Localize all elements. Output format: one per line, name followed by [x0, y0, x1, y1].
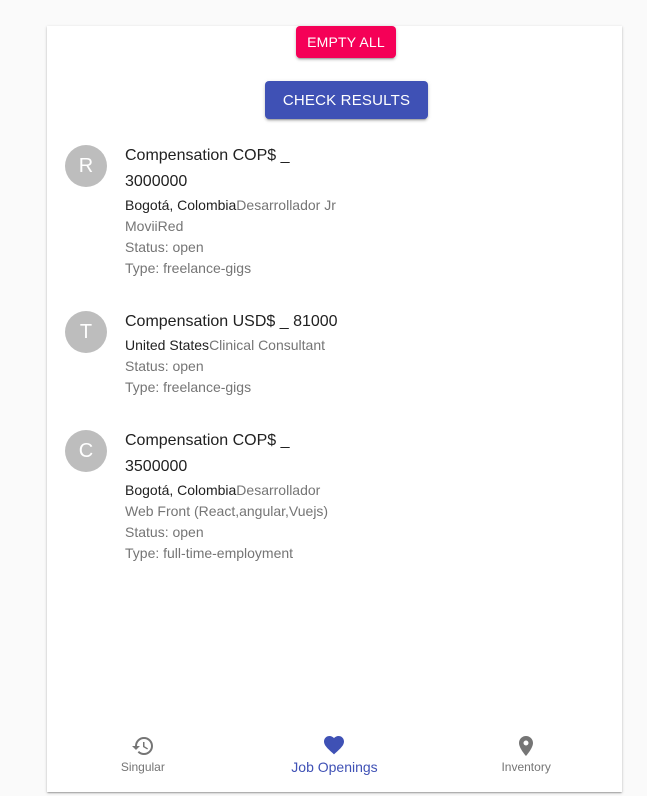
nav-job-openings[interactable]: Job Openings [259, 733, 409, 775]
job-company: MoviiRed [125, 218, 184, 234]
compensation-text: Compensation COP$ _ [125, 147, 290, 164]
bottom-navigation: Singular Job Openings Inventory [47, 726, 622, 782]
nav-singular[interactable]: Singular [68, 734, 218, 774]
location-pin-icon [519, 736, 534, 756]
compensation-amount: 3500000 [125, 458, 188, 475]
job-location: Bogotá, Colombia [125, 482, 237, 498]
avatar: T [65, 311, 107, 353]
nav-singular-label: Singular [120, 760, 165, 774]
job-type: Type: freelance-gigs [125, 379, 252, 395]
nav-inventory-label: Inventory [501, 760, 551, 774]
avatar: R [65, 145, 107, 187]
compensation-amount: 3000000 [125, 173, 188, 190]
history-icon [131, 737, 153, 755]
job-type: Type: full-time-employment [125, 545, 294, 561]
job-details: Bogotá, ColombiaDesarrollador Jr MoviiRe… [125, 195, 370, 279]
empty-all-button[interactable]: EMPTY ALL [296, 26, 396, 58]
job-details: Bogotá, ColombiaDesarrollador Web Front … [125, 480, 370, 564]
job-status: Status: open [125, 239, 204, 255]
heart-icon [324, 736, 345, 755]
job-title: Clinical Consultant [209, 337, 326, 353]
job-text: Compensation USD$ _ 81000 United StatesC… [125, 309, 370, 398]
compensation-text: Compensation COP$ _ [125, 432, 290, 449]
avatar: C [65, 430, 107, 472]
nav-inventory[interactable]: Inventory [451, 734, 601, 774]
job-details: United StatesClinical Consultant Status:… [125, 335, 370, 398]
job-company: Web Front (React,angular,Vuejs) [125, 503, 329, 519]
nav-job-openings-label: Job Openings [291, 759, 378, 775]
check-results-button[interactable]: CHECK RESULTS [265, 81, 428, 119]
job-text: Compensation COP$ _ 3000000 Bogotá, Colo… [125, 143, 370, 279]
job-status: Status: open [125, 358, 204, 374]
job-title: Desarrollador Jr [236, 197, 336, 213]
job-status: Status: open [125, 524, 204, 540]
job-text: Compensation COP$ _ 3500000 Bogotá, Colo… [125, 428, 370, 564]
compensation-text: Compensation USD$ _ 81000 [125, 313, 338, 330]
job-type: Type: freelance-gigs [125, 260, 252, 276]
main-card: EMPTY ALL CHECK RESULTS R Compensation C… [47, 26, 622, 792]
job-title: Desarrollador [236, 482, 321, 498]
job-location: Bogotá, Colombia [125, 197, 237, 213]
job-location: United States [125, 337, 210, 353]
